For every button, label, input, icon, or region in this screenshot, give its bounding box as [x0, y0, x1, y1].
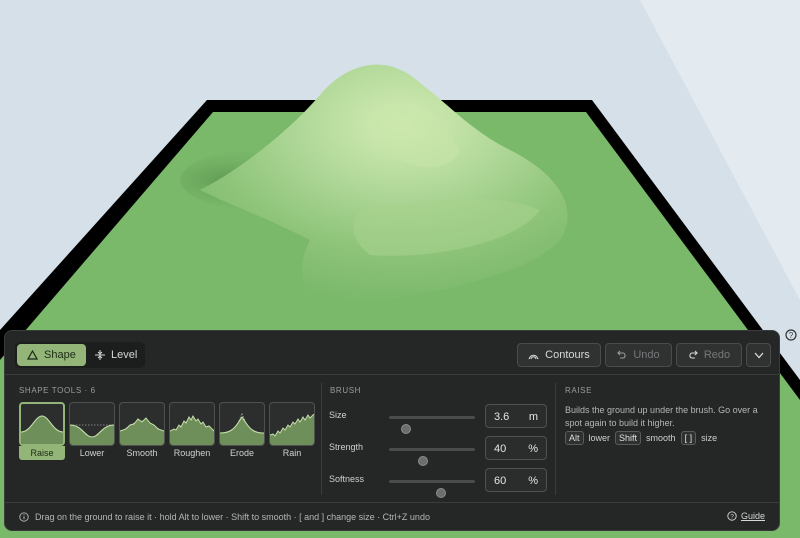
raise-profile-icon — [21, 415, 63, 444]
brush-size-label: Size — [329, 410, 347, 420]
help-icon[interactable]: ? — [785, 329, 797, 341]
brush-strength-value: 40 — [494, 443, 507, 455]
smooth-profile-icon — [120, 417, 164, 445]
brush-size-row: Size 3.6 m — [329, 404, 549, 434]
brush-softness-knob[interactable] — [435, 488, 446, 498]
rain-profile-icon — [270, 413, 314, 445]
terrain-tools-panel: Shape Level Contours Undo Redo SHAPE TOO… — [4, 330, 780, 531]
tool-thumbnail — [69, 402, 115, 446]
panel-footer: Drag on the ground to raise it · hold Al… — [5, 502, 779, 531]
guide-link[interactable]: ? Guide — [727, 511, 765, 521]
key-brackets: [ ] — [680, 431, 697, 445]
brush-strength-unit: % — [528, 443, 538, 455]
collapse-panel-button[interactable] — [746, 343, 771, 367]
undo-icon — [617, 350, 626, 359]
brush-size-input[interactable]: 3.6 m — [485, 404, 547, 428]
section-divider — [321, 383, 322, 495]
tool-smooth[interactable]: Smooth — [119, 402, 165, 460]
tool-lower[interactable]: Lower — [69, 402, 115, 460]
svg-text:?: ? — [789, 331, 794, 340]
tool-thumbnail — [19, 402, 65, 446]
key-alt-action: lower — [588, 433, 611, 443]
tool-rain[interactable]: Rain — [269, 402, 315, 460]
key-alt: Alt — [565, 431, 584, 445]
tool-label: Roughen — [173, 448, 211, 458]
contours-label: Contours — [545, 349, 590, 361]
key-brackets-action: size — [701, 433, 718, 443]
triangle-icon — [27, 350, 38, 360]
redo-label: Redo — [703, 349, 731, 361]
brush-softness-input[interactable]: 60 % — [485, 468, 547, 492]
brush-size-unit: m — [528, 411, 538, 423]
brush-strength-slider[interactable] — [389, 448, 475, 466]
tool-label: Raise — [19, 446, 65, 460]
tool-thumbnail — [169, 402, 215, 446]
level-mode-label: Level — [111, 349, 138, 361]
tool-label: Lower — [79, 448, 105, 458]
shape-mode-button[interactable]: Shape — [17, 344, 86, 366]
tool-label: Smooth — [126, 448, 158, 458]
chevron-down-icon — [754, 352, 763, 358]
raise-description: Builds the ground up under the brush. Go… — [565, 405, 758, 428]
key-shift: Shift — [615, 431, 642, 445]
brush-softness-slider[interactable] — [389, 480, 475, 498]
brush-size-knob[interactable] — [401, 424, 412, 434]
guide-label: Guide — [740, 511, 765, 521]
redo-button[interactable]: Redo — [676, 343, 742, 367]
footer-hint: Drag on the ground to raise it · hold Al… — [35, 512, 430, 522]
brush-strength-input[interactable]: 40 % — [485, 436, 547, 460]
mode-switch: Shape Level — [15, 342, 145, 368]
shortcut-keys: Alt lower Shift smooth [ ] size — [565, 431, 717, 445]
tool-thumbnail — [219, 402, 265, 446]
erode-profile-icon — [220, 411, 264, 445]
tool-erode[interactable]: Erode — [219, 402, 265, 460]
brush-softness-value: 60 — [494, 475, 507, 487]
brush-softness-unit: % — [528, 475, 538, 487]
undo-label: Undo — [633, 349, 660, 361]
redo-icon — [689, 350, 698, 359]
brush-strength-knob[interactable] — [418, 456, 429, 466]
brush-strength-label: Strength — [329, 442, 364, 452]
contours-button[interactable]: Contours — [517, 343, 601, 367]
level-icon — [95, 350, 105, 360]
brush-title: BRUSH — [330, 386, 362, 395]
contours-icon — [528, 354, 539, 359]
roughen-profile-icon — [170, 414, 214, 445]
shape-mode-label: Shape — [44, 349, 76, 361]
lower-profile-icon — [70, 424, 114, 445]
raise-info-title: RAISE — [565, 386, 593, 395]
tool-thumbnail — [119, 402, 165, 446]
tool-label: Erode — [229, 448, 255, 458]
svg-text:?: ? — [730, 513, 734, 520]
undo-button[interactable]: Undo — [605, 343, 672, 367]
key-shift-action: smooth — [646, 433, 676, 443]
shape-tools-title: SHAPE TOOLS · 6 — [19, 386, 96, 395]
brush-softness-label: Softness — [329, 474, 365, 484]
info-icon — [19, 512, 29, 522]
tool-roughen[interactable]: Roughen — [169, 402, 215, 460]
tool-raise[interactable]: Raise — [19, 402, 65, 460]
panel-toolbar: Shape Level Contours Undo Redo — [5, 331, 779, 375]
section-divider — [555, 383, 556, 495]
level-mode-button[interactable]: Level — [85, 344, 147, 366]
tool-label: Rain — [282, 448, 302, 458]
help-circle-icon: ? — [727, 511, 737, 521]
tool-thumbnail — [269, 402, 315, 446]
brush-strength-row: Strength 40 % — [329, 436, 549, 466]
brush-size-slider[interactable] — [389, 416, 475, 434]
brush-size-value: 3.6 — [494, 411, 510, 423]
brush-softness-row: Softness 60 % — [329, 468, 549, 498]
